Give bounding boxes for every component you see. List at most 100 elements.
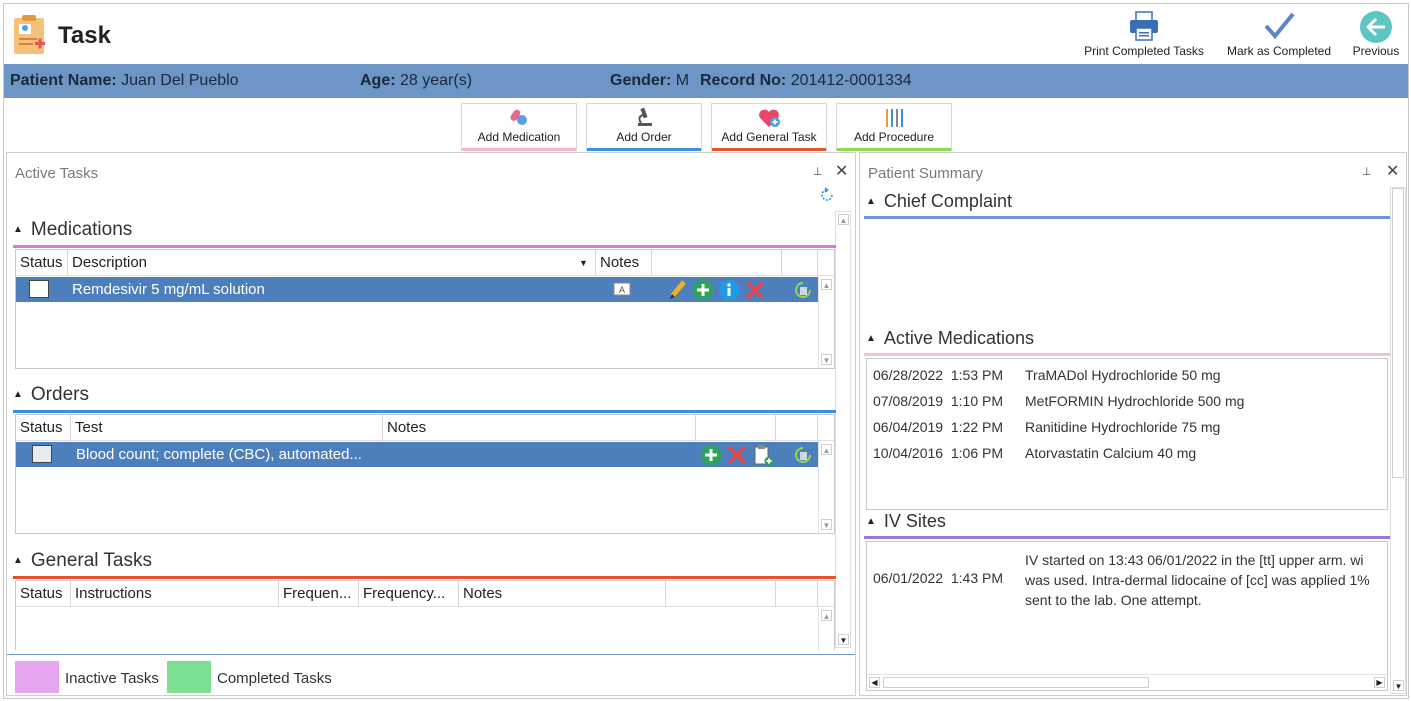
scroll-thumb[interactable] bbox=[1392, 188, 1404, 478]
add-order-label: Add Order bbox=[616, 130, 672, 144]
general-tasks-section-header[interactable]: ▲ General Tasks bbox=[13, 550, 152, 576]
patient-gender: M bbox=[675, 72, 690, 89]
med-drug: Atorvastatin Calcium bbox=[1025, 445, 1154, 461]
general-tasks-scrollbar[interactable]: ▲ bbox=[818, 607, 834, 651]
previous-button[interactable]: Previous bbox=[1344, 8, 1408, 62]
col-notes[interactable]: Notes bbox=[459, 581, 666, 607]
col-status[interactable]: Status bbox=[16, 250, 68, 276]
med-date: 06/28/2022 bbox=[873, 367, 944, 383]
scroll-down-arrow[interactable]: ▼ bbox=[821, 519, 832, 530]
history-icon[interactable] bbox=[792, 279, 814, 301]
collapse-triangle-icon: ▲ bbox=[13, 389, 23, 401]
add-plus-icon[interactable] bbox=[692, 279, 714, 301]
pin-icon[interactable]: ⊥ bbox=[813, 165, 823, 178]
med-dose: 50 mg bbox=[1181, 367, 1221, 383]
refresh-icon[interactable] bbox=[819, 187, 835, 203]
col-test[interactable]: Test bbox=[71, 415, 383, 441]
add-task-toolbar: Add Medication Add Order Add General Tas… bbox=[4, 98, 1408, 154]
scroll-down-arrow[interactable]: ▼ bbox=[821, 354, 832, 365]
patient-summary-title: Patient Summary bbox=[868, 165, 984, 182]
header: Task Print Completed Tasks Mark as Compl… bbox=[4, 4, 1408, 64]
chief-complaint-header[interactable]: ▲ Chief Complaint bbox=[866, 191, 1012, 217]
note-icon[interactable]: A bbox=[613, 282, 631, 296]
med-dose: 500 mg bbox=[1197, 393, 1245, 409]
scroll-up-arrow[interactable]: ▲ bbox=[838, 214, 849, 225]
medications-scrollbar[interactable]: ▲ ▼ bbox=[818, 276, 834, 368]
iv-sites-header[interactable]: ▲ IV Sites bbox=[866, 511, 946, 537]
col-notes[interactable]: Notes bbox=[383, 415, 696, 441]
history-icon[interactable] bbox=[792, 444, 814, 466]
medications-heading: Medications bbox=[30, 219, 133, 240]
close-icon[interactable]: ✕ bbox=[1386, 161, 1399, 181]
scroll-up-arrow[interactable]: ▲ bbox=[821, 610, 832, 621]
col-extra bbox=[776, 415, 818, 441]
status-checkbox[interactable] bbox=[29, 280, 49, 298]
med-date: 10/04/2016 bbox=[873, 445, 944, 461]
close-icon[interactable]: ✕ bbox=[835, 161, 848, 181]
patient-name-label: Patient Name: bbox=[10, 72, 117, 89]
general-task-underline bbox=[712, 148, 826, 151]
active-medications-heading: Active Medications bbox=[883, 328, 1034, 348]
scroll-left-arrow[interactable]: ◀ bbox=[869, 677, 880, 688]
add-medication-label: Add Medication bbox=[477, 130, 561, 144]
procedure-underline bbox=[837, 148, 951, 151]
scroll-down-arrow[interactable]: ▼ bbox=[1393, 680, 1404, 691]
completed-swatch bbox=[167, 661, 211, 693]
col-status[interactable]: Status bbox=[16, 415, 71, 441]
table-row[interactable]: Remdesivir 5 mg/mL solution A bbox=[16, 277, 818, 302]
list-item[interactable]: 07/08/2019 1:10 PM bbox=[873, 393, 1003, 409]
collapse-triangle-icon: ▲ bbox=[866, 333, 876, 345]
task-clipboard-icon bbox=[12, 14, 48, 56]
orders-scrollbar[interactable]: ▲ ▼ bbox=[818, 441, 834, 533]
summary-scrollbar[interactable]: ▼ bbox=[1390, 187, 1406, 694]
pin-icon[interactable]: ⊥ bbox=[1362, 165, 1372, 178]
info-icon[interactable] bbox=[718, 279, 740, 301]
add-plus-icon[interactable] bbox=[700, 444, 722, 466]
list-item[interactable]: 06/28/2022 1:53 PM bbox=[873, 367, 1003, 383]
col-instructions[interactable]: Instructions bbox=[71, 581, 279, 607]
printer-icon bbox=[1130, 11, 1158, 41]
orders-section-header[interactable]: ▲ Orders bbox=[13, 384, 89, 410]
previous-label: Previous bbox=[1352, 44, 1400, 58]
scroll-up-arrow[interactable]: ▲ bbox=[821, 444, 832, 455]
chief-complaint-divider bbox=[864, 216, 1390, 219]
medication-description: Remdesivir 5 mg/mL solution bbox=[72, 281, 265, 298]
iv-horizontal-scrollbar[interactable]: ◀ ▶ bbox=[867, 674, 1387, 690]
med-time: 1:10 PM bbox=[950, 393, 1003, 409]
sort-dropdown-icon[interactable]: ▼ bbox=[579, 250, 588, 276]
inactive-swatch bbox=[15, 661, 59, 693]
add-order-button[interactable]: Add Order bbox=[586, 103, 702, 151]
scroll-up-arrow[interactable]: ▲ bbox=[821, 279, 832, 290]
record-label: Record No: bbox=[700, 72, 787, 89]
col-frequency[interactable]: Frequen... bbox=[279, 581, 359, 607]
scroll-right-arrow[interactable]: ▶ bbox=[1374, 677, 1385, 688]
mark-as-completed-button[interactable]: Mark as Completed bbox=[1224, 8, 1334, 62]
tasks-scrollbar[interactable]: ▲ ▼ bbox=[835, 211, 851, 648]
medications-section-header[interactable]: ▲ Medications bbox=[13, 219, 132, 245]
col-extra bbox=[782, 250, 818, 276]
col-notes[interactable]: Notes bbox=[596, 250, 652, 276]
delete-x-icon[interactable] bbox=[726, 444, 748, 466]
col-actions bbox=[666, 581, 776, 607]
add-medication-button[interactable]: Add Medication bbox=[461, 103, 577, 151]
col-status[interactable]: Status bbox=[16, 581, 71, 607]
patient-name: Juan Del Pueblo bbox=[121, 72, 239, 89]
list-item[interactable]: 10/04/2016 1:06 PM bbox=[873, 445, 1003, 461]
active-medications-header[interactable]: ▲ Active Medications bbox=[866, 328, 1034, 354]
delete-x-icon[interactable] bbox=[744, 279, 766, 301]
table-row[interactable]: Blood count; complete (CBC), automated..… bbox=[16, 442, 818, 467]
orders-grid: Status Test Notes Blood count; complete … bbox=[15, 414, 835, 534]
status-checkbox[interactable] bbox=[32, 445, 52, 463]
list-item-drug: TraMADol Hydrochloride 50 mg bbox=[1025, 367, 1221, 383]
add-general-task-button[interactable]: Add General Task bbox=[711, 103, 827, 151]
clipboard-add-icon[interactable] bbox=[752, 444, 774, 466]
list-item[interactable]: 06/04/2019 1:22 PM bbox=[873, 419, 1003, 435]
edit-pencil-icon[interactable] bbox=[667, 279, 689, 301]
col-description[interactable]: Description bbox=[68, 250, 596, 276]
col-frequency-2[interactable]: Frequency... bbox=[359, 581, 459, 607]
scroll-thumb[interactable] bbox=[883, 677, 1149, 688]
print-completed-tasks-button[interactable]: Print Completed Tasks bbox=[1084, 8, 1204, 62]
add-procedure-button[interactable]: Add Procedure bbox=[836, 103, 952, 151]
scroll-down-arrow[interactable]: ▼ bbox=[838, 634, 849, 645]
iv-sites-list: 06/01/2022 1:43 PM IV started on 13:43 0… bbox=[866, 541, 1388, 691]
